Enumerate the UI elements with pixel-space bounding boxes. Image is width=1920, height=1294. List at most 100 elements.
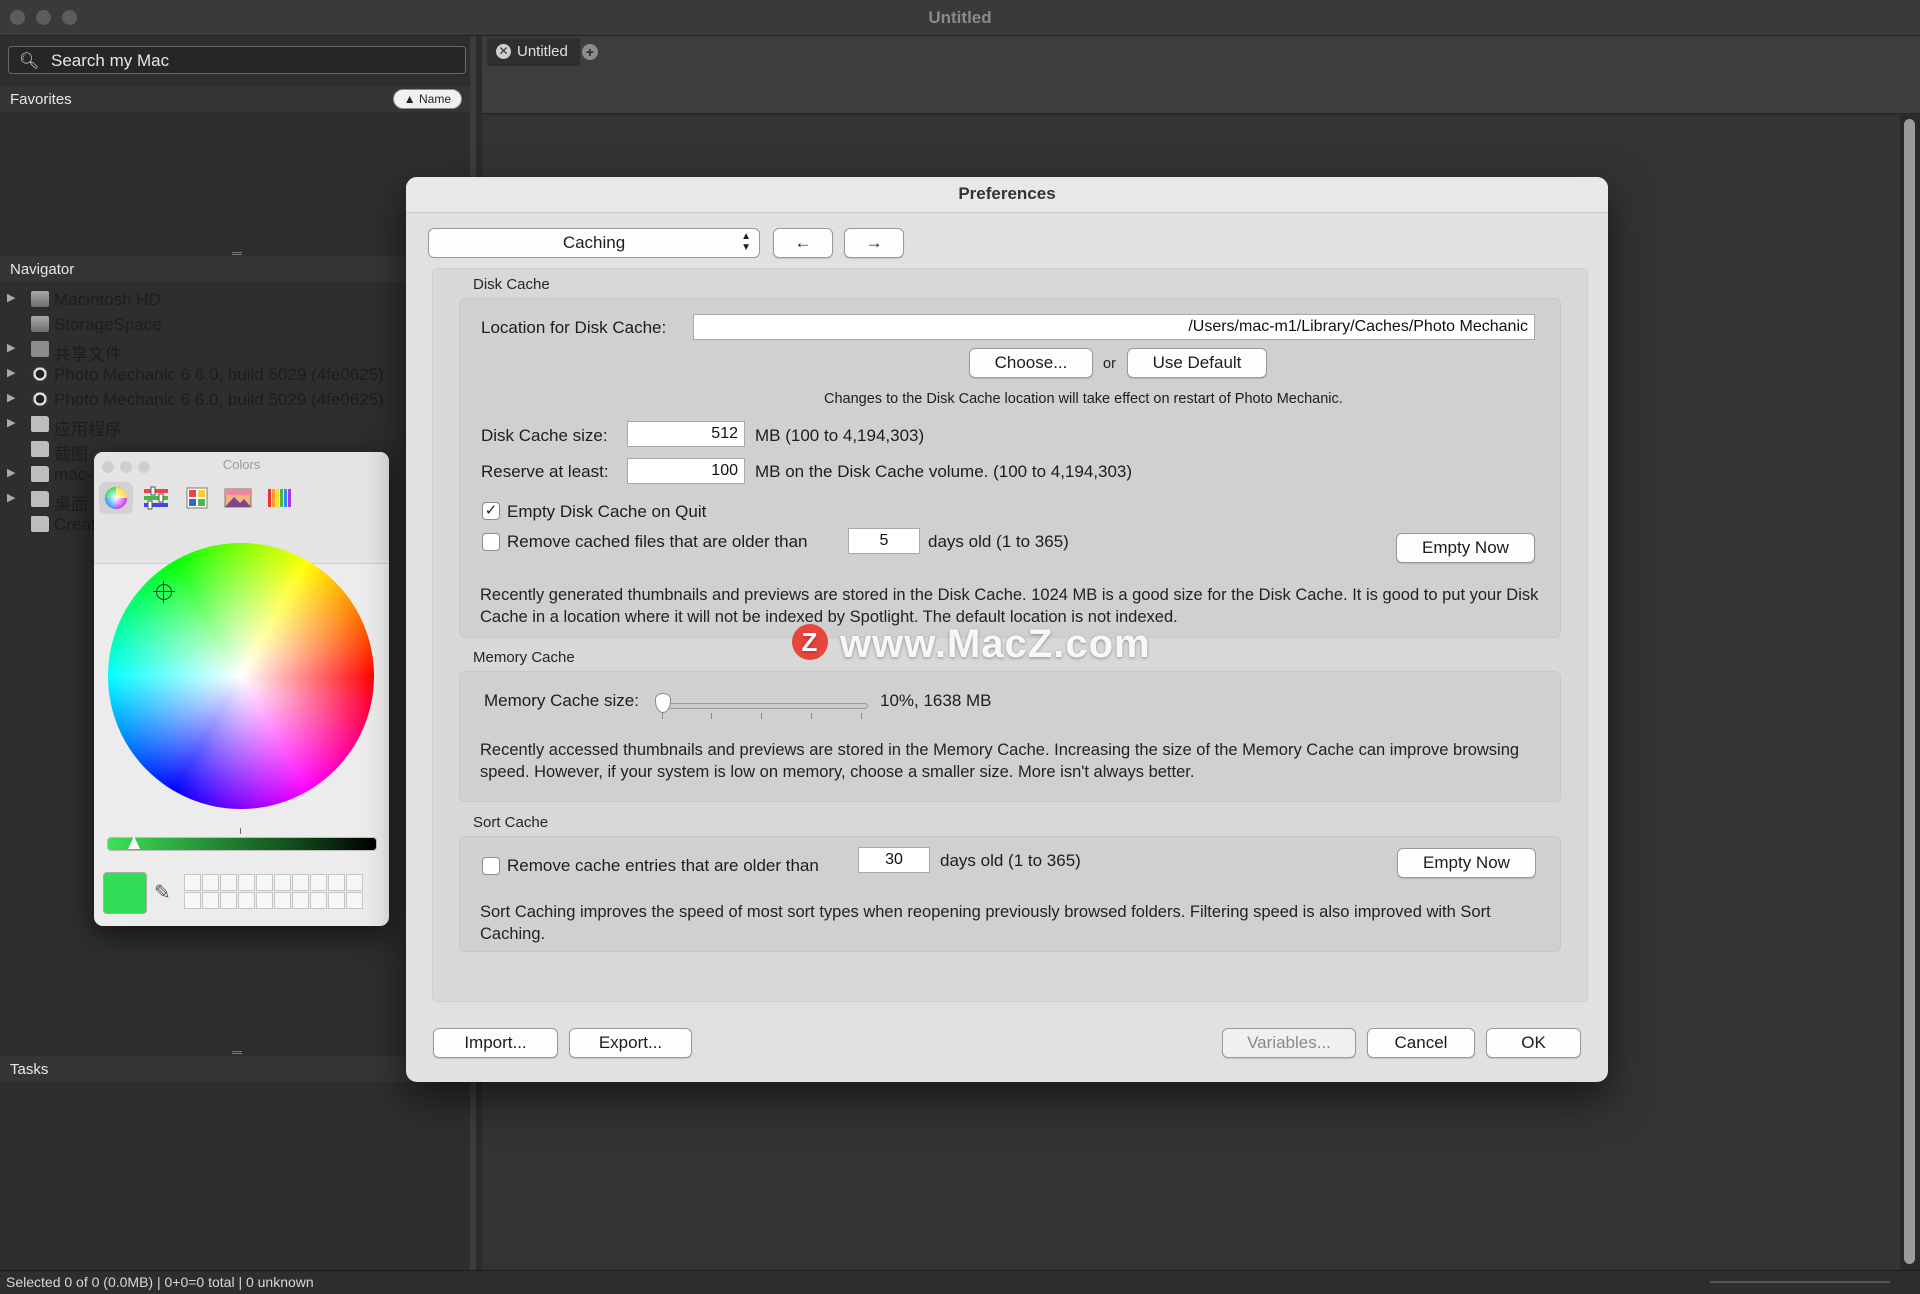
vertical-scrollbar[interactable] xyxy=(1900,115,1920,1270)
empty-color-swatch[interactable] xyxy=(220,874,237,891)
empty-sort-cache-now-button[interactable]: Empty Now xyxy=(1397,848,1536,878)
tab-untitled[interactable]: ✕ Untitled xyxy=(487,38,580,66)
restart-note: Changes to the Disk Cache location will … xyxy=(824,391,1343,407)
favorites-resize-handle[interactable] xyxy=(232,252,242,255)
disclosure-triangle-icon[interactable]: ▶ xyxy=(7,466,15,479)
status-bar: Selected 0 of 0 (0.0MB) | 0+0=0 total | … xyxy=(0,1270,1920,1294)
disk-cache-size-field[interactable]: 512 xyxy=(627,421,745,447)
disclosure-triangle-icon[interactable]: ▶ xyxy=(7,291,15,304)
remove-older-entries-checkbox[interactable] xyxy=(482,857,500,875)
cancel-button[interactable]: Cancel xyxy=(1367,1028,1475,1058)
variables-button[interactable]: Variables... xyxy=(1222,1028,1356,1058)
previous-category-button[interactable]: ← xyxy=(773,228,833,258)
empty-color-swatch[interactable] xyxy=(184,874,201,891)
empty-on-quit-checkbox[interactable]: ✓ xyxy=(482,502,500,520)
memory-cache-size-label: Memory Cache size: xyxy=(484,691,639,710)
empty-color-swatch[interactable] xyxy=(202,892,219,909)
watermark: Zwww.MacZ.com xyxy=(792,622,1151,670)
nav-item-label: 共享文件 xyxy=(54,345,122,364)
image-palette-icon[interactable] xyxy=(221,482,255,514)
colors-panel-title: Colors xyxy=(222,457,261,472)
eyedropper-icon[interactable]: ✎ xyxy=(154,880,171,905)
brightness-slider-knob[interactable] xyxy=(128,836,140,849)
sort-cache-days-hint: days old (1 to 365) xyxy=(940,851,1081,870)
disk-cache-days-field[interactable]: 5 xyxy=(848,528,920,554)
memory-cache-slider[interactable] xyxy=(658,703,868,709)
folder-icon xyxy=(31,441,49,457)
shared-folder-icon xyxy=(31,341,49,357)
palettes-icon[interactable] xyxy=(180,482,214,514)
choose-location-button[interactable]: Choose... xyxy=(969,348,1093,378)
disclosure-triangle-icon[interactable]: ▶ xyxy=(7,366,15,379)
color-wheel-crosshair[interactable] xyxy=(153,581,175,603)
empty-color-swatch[interactable] xyxy=(346,874,363,891)
empty-color-swatch[interactable] xyxy=(238,892,255,909)
folder-icon xyxy=(31,466,49,482)
current-color-swatch[interactable] xyxy=(103,872,147,914)
nav-item-label: 桌面 xyxy=(54,495,88,514)
horizontal-scrollbar[interactable] xyxy=(1710,1281,1890,1283)
disk-cache-location-field[interactable]: /Users/mac-m1/Library/Caches/Photo Mecha… xyxy=(693,314,1535,340)
next-category-button[interactable]: → xyxy=(844,228,904,258)
import-button[interactable]: Import... xyxy=(433,1028,558,1058)
use-default-button[interactable]: Use Default xyxy=(1127,348,1267,378)
empty-color-swatch[interactable] xyxy=(310,874,327,891)
brightness-slider[interactable] xyxy=(107,837,377,851)
sort-cache-days-field[interactable]: 30 xyxy=(858,847,930,873)
color-wheel[interactable] xyxy=(108,543,374,809)
disclosure-triangle-icon[interactable]: ▶ xyxy=(7,391,15,404)
empty-color-swatch[interactable] xyxy=(256,892,273,909)
close-tab-icon[interactable]: ✕ xyxy=(496,44,511,59)
navigator-resize-handle[interactable] xyxy=(232,1051,242,1054)
tab-bar: ✕ Untitled + xyxy=(482,36,1920,114)
add-tab-icon[interactable]: + xyxy=(582,44,598,60)
status-text: Selected 0 of 0 (0.0MB) | 0+0=0 total | … xyxy=(6,1274,314,1290)
disclosure-triangle-icon[interactable]: ▶ xyxy=(7,341,15,354)
reserve-field[interactable]: 100 xyxy=(627,458,745,484)
color-swatch-palette[interactable] xyxy=(184,874,363,909)
empty-color-swatch[interactable] xyxy=(184,892,201,909)
colors-panel: Colors ✎ xyxy=(94,452,389,926)
category-popup[interactable]: Caching ▲ ▼ xyxy=(428,228,760,258)
empty-color-swatch[interactable] xyxy=(220,892,237,909)
search-placeholder: Search my Mac xyxy=(51,51,170,70)
empty-on-quit-label: Empty Disk Cache on Quit xyxy=(507,502,707,521)
search-icon: 🔍︎ xyxy=(19,53,40,70)
empty-color-swatch[interactable] xyxy=(274,874,291,891)
empty-color-swatch[interactable] xyxy=(274,892,291,909)
export-button[interactable]: Export... xyxy=(569,1028,692,1058)
remove-older-files-label: Remove cached files that are older than xyxy=(507,532,808,551)
sort-cache-description: Sort Caching improves the speed of most … xyxy=(480,903,1491,943)
remove-older-entries-label: Remove cache entries that are older than xyxy=(507,856,819,875)
folder-icon xyxy=(31,516,49,532)
ok-button[interactable]: OK xyxy=(1486,1028,1581,1058)
color-wheel-icon[interactable] xyxy=(99,482,133,514)
empty-color-swatch[interactable] xyxy=(256,874,273,891)
disclosure-triangle-icon[interactable]: ▶ xyxy=(7,491,15,504)
dialog-title: Preferences xyxy=(958,184,1056,203)
empty-color-swatch[interactable] xyxy=(328,892,345,909)
memory-cache-header: Memory Cache xyxy=(473,649,575,666)
empty-color-swatch[interactable] xyxy=(310,892,327,909)
disclosure-triangle-icon[interactable]: ▶ xyxy=(7,416,15,429)
pencils-icon[interactable] xyxy=(262,482,296,514)
disk-cache-location-label: Location for Disk Cache: xyxy=(481,318,667,337)
empty-color-swatch[interactable] xyxy=(238,874,255,891)
slider-tick xyxy=(861,713,862,719)
reserve-label: Reserve at least: xyxy=(481,462,609,481)
empty-color-swatch[interactable] xyxy=(202,874,219,891)
slider-tick xyxy=(711,713,712,719)
search-input[interactable]: 🔍︎ Search my Mac xyxy=(8,46,466,74)
scrollbar-thumb[interactable] xyxy=(1904,119,1915,1264)
watermark-text: www.MacZ.com xyxy=(840,622,1151,666)
sliders-icon[interactable] xyxy=(139,482,173,514)
empty-color-swatch[interactable] xyxy=(346,892,363,909)
empty-color-swatch[interactable] xyxy=(328,874,345,891)
empty-color-swatch[interactable] xyxy=(292,874,309,891)
camera-icon xyxy=(31,391,49,407)
remove-older-files-checkbox[interactable] xyxy=(482,533,500,551)
empty-disk-cache-now-button[interactable]: Empty Now xyxy=(1396,533,1535,563)
watermark-logo-icon: Z xyxy=(792,624,828,660)
sort-by-name-button[interactable]: ▲ Name xyxy=(392,89,462,109)
empty-color-swatch[interactable] xyxy=(292,892,309,909)
